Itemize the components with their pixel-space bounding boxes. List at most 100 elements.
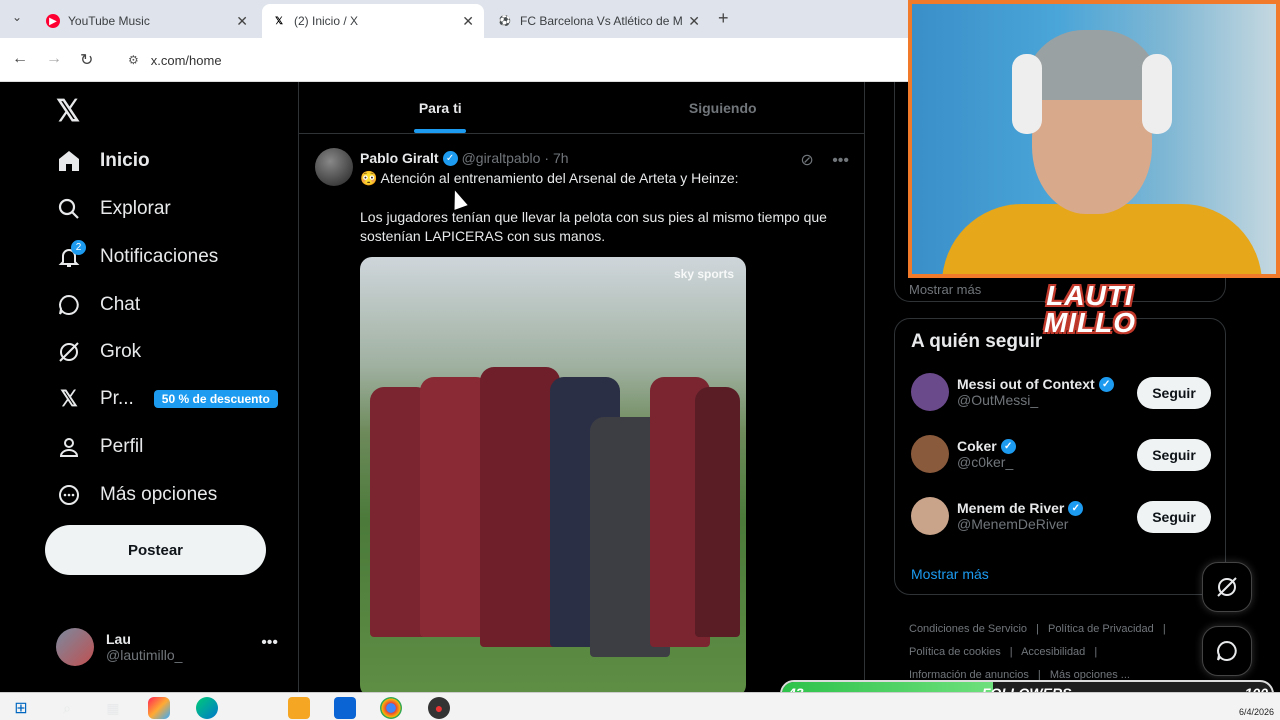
sidebar-item-grok[interactable]: Grok — [56, 339, 141, 365]
sidebar-item-perfil[interactable]: Perfil — [56, 434, 143, 460]
sidebar-item-label: Grok — [100, 341, 142, 362]
sidebar-item-inicio[interactable]: Inicio — [56, 148, 150, 174]
account-switcher[interactable]: Lau @lautimillo_ ••• — [56, 622, 284, 672]
tab-siguiendo[interactable]: Siguiendo — [582, 82, 865, 133]
verified-badge-icon: ✓ — [1000, 438, 1016, 454]
store-icon[interactable] — [288, 697, 310, 719]
footer-links: Condiciones de Servicio | Política de Pr… — [909, 618, 1229, 687]
player-figure — [695, 387, 740, 637]
chrome-icon[interactable] — [380, 697, 402, 719]
x-logo-icon: 𝕏 — [274, 15, 284, 27]
tab-title: (2) Inicio / X — [294, 14, 359, 28]
edge-icon[interactable] — [196, 697, 218, 719]
tweet-text: Los jugadores tenían que llevar la pelot… — [360, 209, 827, 244]
follow-button[interactable]: Seguir — [1137, 501, 1211, 533]
close-tab-icon[interactable]: ✕ — [688, 13, 700, 30]
suggestion-name: Coker — [957, 438, 997, 454]
avatar — [56, 628, 94, 666]
avatar[interactable] — [315, 148, 353, 186]
follow-suggestion[interactable]: Menem de River ✓ @MenemDeRiver Seguir — [911, 491, 1211, 541]
sidebar-item-notificaciones[interactable]: 2 Notificaciones — [56, 240, 218, 270]
site-settings-icon[interactable]: ⚙ — [128, 53, 139, 67]
avatar — [911, 497, 949, 535]
sidebar-item-label: Explorar — [100, 198, 171, 219]
x-logo-icon[interactable]: 𝕏 — [56, 94, 80, 129]
search-icon — [56, 196, 82, 222]
footer-link[interactable]: Política de Privacidad — [1048, 623, 1154, 635]
sidebar-item-premium[interactable]: 𝕏 Pr... 50 % de descuento — [56, 386, 278, 412]
close-tab-icon[interactable]: ✕ — [236, 13, 248, 30]
verified-badge-icon: ✓ — [1098, 376, 1114, 392]
sidebar-item-explorar[interactable]: Explorar — [56, 196, 171, 222]
tab-para-ti[interactable]: Para ti — [299, 82, 582, 133]
tab-title: FC Barcelona Vs Atlético de Ma — [520, 14, 683, 28]
tab-barcelona[interactable]: ⚽ FC Barcelona Vs Atlético de Ma ✕ — [488, 4, 710, 38]
logo-line: LAUTI — [1046, 280, 1134, 311]
close-tab-icon[interactable]: ✕ — [462, 13, 474, 30]
show-more-link[interactable]: Mostrar más — [909, 282, 981, 297]
notification-count-badge: 2 — [71, 240, 86, 255]
follow-button[interactable]: Seguir — [1137, 377, 1211, 409]
footer-separator: | — [1009, 646, 1013, 658]
footer-link[interactable]: Accesibilidad — [1021, 646, 1085, 658]
mail-icon[interactable] — [334, 697, 356, 719]
sidebar-item-mas-opciones[interactable]: Más opciones — [56, 482, 217, 508]
grok-icon[interactable]: ⊘ — [800, 152, 813, 169]
bell-icon: 2 — [56, 240, 86, 270]
tweet-actions: ⊘ ••• — [800, 150, 849, 170]
forward-icon[interactable]: → — [46, 50, 62, 68]
copilot-icon[interactable] — [148, 697, 170, 719]
taskbar: ⊞ ⌕ ▦ ● 6/4/2026 — [0, 692, 1280, 720]
mouse-cursor — [448, 188, 468, 210]
reload-icon[interactable]: ↻ — [80, 50, 93, 70]
back-icon[interactable]: ← — [12, 50, 28, 68]
task-view-icon[interactable]: ▦ — [102, 697, 124, 719]
sidebar-item-label: Inicio — [100, 150, 150, 171]
show-more-link[interactable]: Mostrar más — [911, 566, 989, 582]
tweet-time[interactable]: · 7h — [544, 150, 568, 166]
url-field[interactable]: ⚙ x.com/home — [116, 44, 906, 76]
tweet-video[interactable]: sky sports — [360, 257, 746, 692]
follow-button[interactable]: Seguir — [1137, 439, 1211, 471]
sidebar-item-label: Más opciones — [100, 484, 218, 505]
grok-floating-button[interactable] — [1202, 562, 1252, 612]
new-tab-icon[interactable]: + — [718, 8, 729, 29]
tweet-author-name[interactable]: Pablo Giralt — [360, 150, 439, 166]
more-dots-icon[interactable]: ••• — [832, 152, 849, 169]
verified-badge-icon: ✓ — [442, 150, 458, 166]
discount-badge[interactable]: 50 % de descuento — [153, 390, 278, 408]
webcam-overlay — [908, 0, 1280, 278]
obs-icon[interactable]: ● — [428, 697, 450, 719]
who-to-follow-card: A quién seguir Messi out of Context ✓ @Ou… — [894, 318, 1226, 595]
sidebar-item-chat[interactable]: Chat — [56, 292, 140, 318]
football-icon: ⚽ — [498, 15, 512, 27]
sidebar-item-label: Chat — [100, 294, 141, 315]
follow-suggestion[interactable]: Messi out of Context ✓ @OutMessi_ Seguir — [911, 367, 1211, 417]
suggestion-handle: @MenemDeRiver — [957, 516, 1069, 532]
tab-x-home[interactable]: 𝕏 (2) Inicio / X ✕ — [262, 4, 484, 38]
footer-link[interactable]: Condiciones de Servicio — [909, 623, 1027, 635]
sidebar: 𝕏 Inicio Explorar 2 Notificaciones Chat … — [0, 82, 298, 692]
person-icon — [56, 434, 82, 460]
video-watermark: sky sports — [673, 267, 734, 281]
footer-separator: | — [1094, 646, 1098, 658]
home-icon — [56, 148, 82, 174]
more-dots-icon[interactable]: ••• — [261, 634, 278, 652]
post-button[interactable]: Postear — [45, 525, 266, 575]
messages-floating-button[interactable] — [1202, 626, 1252, 676]
chat-icon — [1217, 640, 1237, 661]
tweet-author-handle[interactable]: @giraltpablo — [462, 150, 541, 166]
profile-handle: @lautimillo_ — [106, 647, 183, 663]
tab-youtube-music[interactable]: ▶ YouTube Music ✕ — [36, 4, 258, 38]
verified-badge-icon: ✓ — [1068, 500, 1084, 516]
windows-start-icon[interactable]: ⊞ — [10, 697, 32, 719]
logo-line: MILLO — [1043, 307, 1137, 338]
tab-search-dropdown-icon[interactable]: ⌄ — [12, 10, 22, 24]
follow-suggestion[interactable]: Coker ✓ @c0ker_ Seguir — [911, 429, 1211, 479]
footer-link[interactable]: Política de cookies — [909, 646, 1001, 658]
taskbar-date: 6/4/2026 — [1238, 707, 1274, 717]
main-feed: Para ti Siguiendo Pablo Giralt ✓ @giralt… — [298, 82, 865, 692]
headphone-left — [1012, 54, 1042, 134]
streamer-logo: LAUTI MILLO — [1024, 280, 1156, 338]
search-icon[interactable]: ⌕ — [56, 697, 78, 719]
